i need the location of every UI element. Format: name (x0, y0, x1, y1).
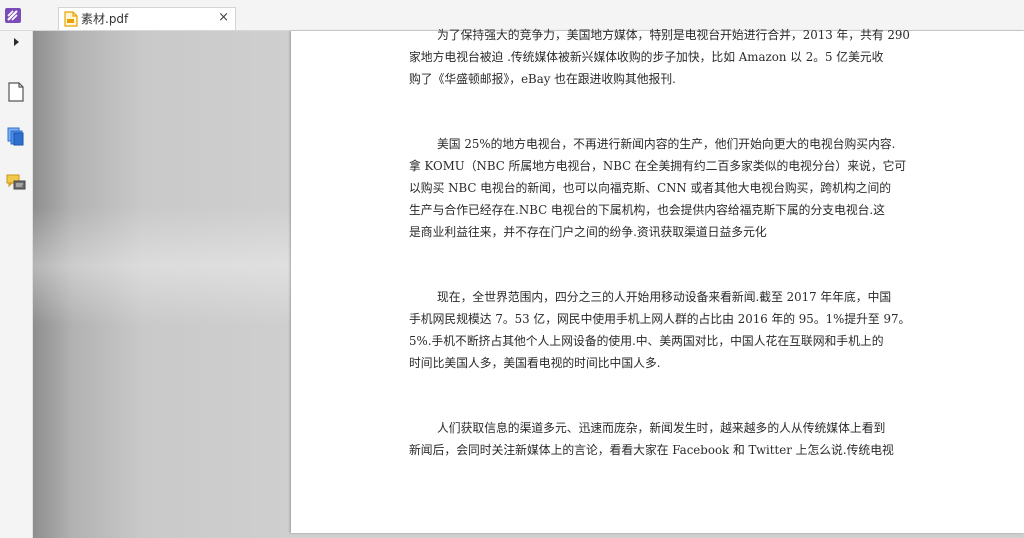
pdf-reader-window: 素材.pdf × 为了保持强大的竞争力，美国地方媒体，特别是电视台开始进行合并，… (0, 0, 1024, 538)
tab-document[interactable]: 素材.pdf × (58, 7, 236, 30)
navigation-panel (0, 31, 33, 538)
document-viewer[interactable]: 为了保持强大的竞争力，美国地方媒体，特别是电视台开始进行合并，2013 年，共有… (33, 28, 1024, 538)
text-line: 家地方电视台被迫 .传统媒体被新兴媒体收购的步子加快，比如 Amazon 以 2… (409, 50, 884, 64)
paragraph: 美国 25%的地方电视台，不再进行新闻内容的生产，他们开始向更大的电视台购买内容… (409, 133, 969, 243)
close-tab-icon[interactable]: × (218, 10, 229, 26)
page-body-text: 为了保持强大的竞争力，美国地方媒体，特别是电视台开始进行合并，2013 年，共有… (409, 24, 969, 504)
paragraph: 为了保持强大的竞争力，美国地方媒体，特别是电视台开始进行合并，2013 年，共有… (409, 24, 969, 90)
paragraph: 现在，全世界范围内，四分之三的人开始用移动设备来看新闻.截至 2017 年年底，… (409, 286, 969, 374)
tab-title: 素材.pdf (81, 12, 129, 26)
comments-button[interactable] (5, 171, 27, 193)
paragraph: 人们获取信息的渠道多元、迅速而庞杂，新闻发生时，越来越多的人从传统媒体上看到 新… (409, 417, 969, 461)
text-line: 为了保持强大的竞争力，美国地方媒体，特别是电视台开始进行合并，2013 年，共有… (437, 28, 910, 42)
text-line: 以购买 NBC 电视台的新闻，也可以向福克斯、CNN 或者其他大电视台购买，跨机… (409, 181, 892, 195)
pdf-file-icon (64, 11, 78, 27)
layers-icon (5, 125, 27, 147)
text-line: 人们获取信息的渠道多元、迅速而庞杂，新闻发生时，越来越多的人从传统媒体上看到 (437, 421, 886, 435)
text-line: 新闻后，会同时关注新媒体上的言论，看看大家在 Facebook 和 Twitte… (409, 443, 894, 457)
bookmarks-button[interactable] (5, 125, 27, 147)
viewer-background (33, 206, 291, 326)
text-line: 现在，全世界范围内，四分之三的人开始用移动设备来看新闻.截至 2017 年年底，… (437, 290, 892, 304)
text-line: 拿 KOMU（NBC 所属地方电视台，NBC 在全美拥有约二百多家类似的电视分台… (409, 159, 907, 173)
pdf-reader-logo-icon[interactable] (4, 7, 24, 25)
comments-icon (5, 171, 27, 193)
expand-arrow-icon[interactable] (14, 38, 19, 46)
text-line: 手机网民规模达 7。53 亿，网民中使用手机上网人群的占比由 2016 年的 9… (409, 312, 911, 326)
page-icon (5, 81, 27, 103)
text-line: 时间比美国人多，美国看电视的时间比中国人多. (409, 356, 661, 370)
text-line: 购了《华盛顿邮报》，eBay 也在跟进收购其他报刊. (409, 72, 676, 86)
text-line: 5%.手机不断挤占其他个人上网设备的使用.中、美两国对比，中国人花在互联网和手机… (409, 334, 884, 348)
text-line: 是商业利益往来，并不存在门户之间的纷争.资讯获取渠道日益多元化 (409, 225, 767, 239)
text-line: 生产与合作已经存在.NBC 电视台的下属机构，也会提供内容给福克斯下属的分支电视… (409, 203, 885, 217)
page-thumbnails-button[interactable] (5, 81, 27, 103)
pdf-page[interactable]: 为了保持强大的竞争力，美国地方媒体，特别是电视台开始进行合并，2013 年，共有… (291, 28, 1024, 533)
text-line: 美国 25%的地方电视台，不再进行新闻内容的生产，他们开始向更大的电视台购买内容… (437, 137, 896, 151)
